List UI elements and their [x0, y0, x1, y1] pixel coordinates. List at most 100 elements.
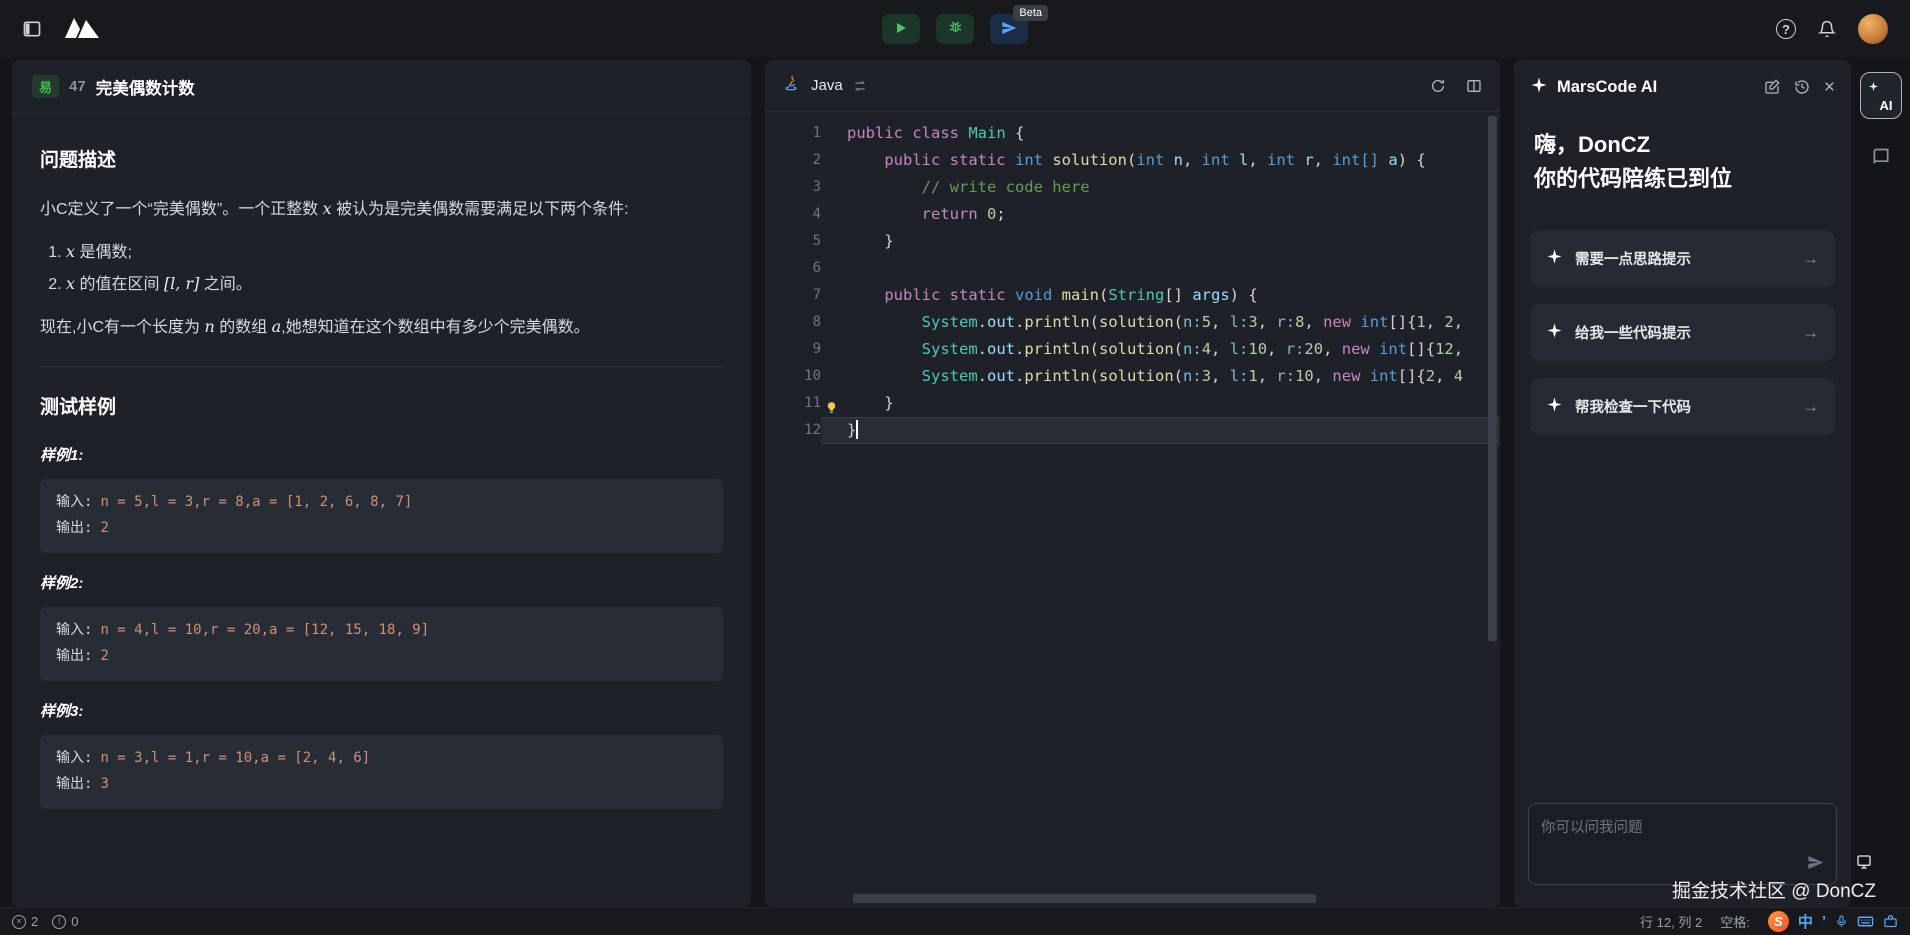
- cursor-position[interactable]: 行 12, 列 2: [1640, 912, 1702, 931]
- arrow-right-icon: →: [1802, 397, 1819, 417]
- debug-button[interactable]: [936, 14, 974, 44]
- keyboard-icon[interactable]: [1857, 913, 1874, 930]
- sample-label: 样例3:: [40, 699, 723, 725]
- send-icon[interactable]: [1807, 854, 1824, 876]
- editor-tabbar: Java: [765, 60, 1500, 112]
- problem-paragraph: 现在,小C有一个长度为 n 的数组 a,她想知道在这个数组中有多少个完美偶数。: [40, 313, 723, 342]
- suggestion-card-review[interactable]: 帮我检查一下代码 →: [1530, 378, 1835, 435]
- indent-info[interactable]: 空格:: [1720, 912, 1750, 931]
- line-number: 5: [765, 228, 821, 255]
- toolbox-icon[interactable]: [1883, 914, 1898, 929]
- ai-panel-toggle[interactable]: AI: [1860, 72, 1902, 119]
- line-number: 6: [765, 255, 821, 282]
- sidebar-toggle-icon[interactable]: [22, 19, 42, 39]
- input-label: 输入:: [56, 750, 92, 766]
- samples-heading: 测试样例: [40, 391, 723, 424]
- ime-punctuation-icon[interactable]: ’: [1822, 913, 1826, 930]
- statusbar: × 2 ! 0 行 12, 列 2 空格: S 中 ’: [0, 907, 1910, 935]
- editor-vertical-scrollbar[interactable]: [1488, 116, 1497, 641]
- code-line[interactable]: 6: [765, 255, 1500, 282]
- input-label: 输入:: [56, 494, 92, 510]
- problem-panel: 易 47 完美偶数计数 问题描述 小C定义了一个“完美偶数”。一个正整数 x 被…: [12, 60, 751, 907]
- problem-paragraph: 小C定义了一个“完美偶数”。一个正整数 x 被认为是完美偶数需要满足以下两个条件…: [40, 195, 723, 224]
- mic-icon[interactable]: [1835, 915, 1848, 928]
- code-line[interactable]: 11 }: [765, 390, 1500, 417]
- text-segment: 之间。: [199, 276, 251, 293]
- sample-label: 样例2:: [40, 571, 723, 597]
- condition-list: x 是偶数; x 的值在区间 [l, r] 之间。: [40, 238, 723, 299]
- input-label: 输入:: [56, 622, 92, 638]
- line-number: 7: [765, 282, 821, 309]
- play-icon: [895, 22, 907, 37]
- chat-input[interactable]: [1541, 816, 1824, 858]
- error-icon: ×: [12, 915, 26, 929]
- code-line[interactable]: 9 System.out.println(solution(n:4, l:10,…: [765, 336, 1500, 363]
- code-line[interactable]: 12}: [765, 417, 1500, 444]
- popout-icon[interactable]: [1856, 854, 1872, 875]
- line-number: 1: [765, 120, 821, 147]
- condition-item: x 是偶数;: [66, 238, 723, 267]
- text-segment: 的数组: [215, 319, 272, 336]
- warning-count[interactable]: ! 0: [52, 914, 78, 929]
- output-label: 输出:: [56, 648, 92, 664]
- suggestion-list: 需要一点思路提示 → 给我一些代码提示 → 帮我检查一下代码 →: [1514, 202, 1851, 435]
- code-line[interactable]: 4 return 0;: [765, 201, 1500, 228]
- sparkle-icon: [1546, 248, 1563, 270]
- sample-block: 输入:n = 5,l = 3,r = 8,a = [1, 2, 6, 8, 7]…: [40, 479, 723, 553]
- reset-code-icon[interactable]: [1430, 78, 1446, 94]
- text-segment: 被认为是完美偶数需要满足以下两个条件:: [332, 201, 629, 218]
- chat-input-box[interactable]: [1528, 803, 1837, 885]
- library-icon[interactable]: [1871, 147, 1891, 167]
- help-icon[interactable]: ?: [1776, 19, 1796, 39]
- new-chat-icon[interactable]: [1764, 79, 1780, 95]
- paper-plane-icon: [1001, 20, 1017, 39]
- code-line[interactable]: 2 public static int solution(int n, int …: [765, 147, 1500, 174]
- ai-toggle-label: AI: [1880, 98, 1893, 113]
- code-editor[interactable]: 1public class Main {2 public static int …: [765, 112, 1500, 907]
- bell-icon[interactable]: [1818, 20, 1836, 38]
- code-line[interactable]: 8 System.out.println(solution(n:5, l:3, …: [765, 309, 1500, 336]
- java-icon: [783, 74, 801, 97]
- greeting-line-2: 你的代码陪练已到位: [1534, 162, 1831, 196]
- sogou-icon[interactable]: S: [1768, 911, 1789, 932]
- run-button[interactable]: [882, 14, 920, 44]
- code-line[interactable]: 7 public static void main(String[] args)…: [765, 282, 1500, 309]
- tab-language-label[interactable]: Java: [811, 77, 843, 94]
- line-number: 10: [765, 363, 821, 390]
- history-icon[interactable]: [1794, 79, 1810, 95]
- sparkle-icon: [1546, 396, 1563, 418]
- avatar[interactable]: [1858, 14, 1888, 44]
- math-symbol: x: [66, 274, 75, 293]
- line-number: 11: [765, 390, 821, 417]
- arrow-right-icon: →: [1802, 323, 1819, 343]
- ai-panel-title: MarsCode AI: [1557, 78, 1755, 97]
- error-count[interactable]: × 2: [12, 914, 38, 929]
- watermark: 掘金技术社区 @ DonCZ: [1672, 876, 1876, 903]
- code-line[interactable]: 1public class Main {: [765, 120, 1500, 147]
- suggestion-card-code-hint[interactable]: 给我一些代码提示 →: [1530, 304, 1835, 361]
- editor-horizontal-scrollbar[interactable]: [853, 894, 1316, 903]
- problem-content[interactable]: 问题描述 小C定义了一个“完美偶数”。一个正整数 x 被认为是完美偶数需要满足以…: [12, 114, 751, 907]
- problem-description-heading: 问题描述: [40, 144, 723, 177]
- sparkle-icon: [1530, 76, 1548, 99]
- code-area[interactable]: 1public class Main {2 public static int …: [765, 120, 1500, 444]
- output-value: 2: [100, 648, 108, 664]
- code-line[interactable]: 3 // write code here: [765, 174, 1500, 201]
- problem-number: 47: [69, 78, 86, 95]
- side-rail: AI: [1851, 60, 1910, 907]
- text-cursor: [856, 420, 858, 439]
- section-divider: [40, 366, 723, 367]
- close-icon[interactable]: ×: [1824, 78, 1835, 97]
- problem-header: 易 47 完美偶数计数: [12, 60, 751, 114]
- text-segment: 小C定义了一个“完美偶数”。一个正整数: [40, 201, 323, 218]
- suggestion-card-hint[interactable]: 需要一点思路提示 →: [1530, 230, 1835, 287]
- ime-chinese-icon[interactable]: 中: [1798, 911, 1813, 932]
- code-line[interactable]: 10 System.out.println(solution(n:3, l:1,…: [765, 363, 1500, 390]
- math-symbol: n: [204, 317, 214, 336]
- ai-assistant-panel: MarsCode AI × 嗨，DonCZ 你的代码陪练已到位 需要一点思路提示…: [1514, 60, 1851, 907]
- submit-button[interactable]: Beta: [990, 14, 1028, 44]
- split-layout-icon[interactable]: [1466, 78, 1482, 94]
- code-line[interactable]: 5 }: [765, 228, 1500, 255]
- language-switch-icon[interactable]: [853, 79, 867, 93]
- topbar: Beta ?: [0, 0, 1910, 58]
